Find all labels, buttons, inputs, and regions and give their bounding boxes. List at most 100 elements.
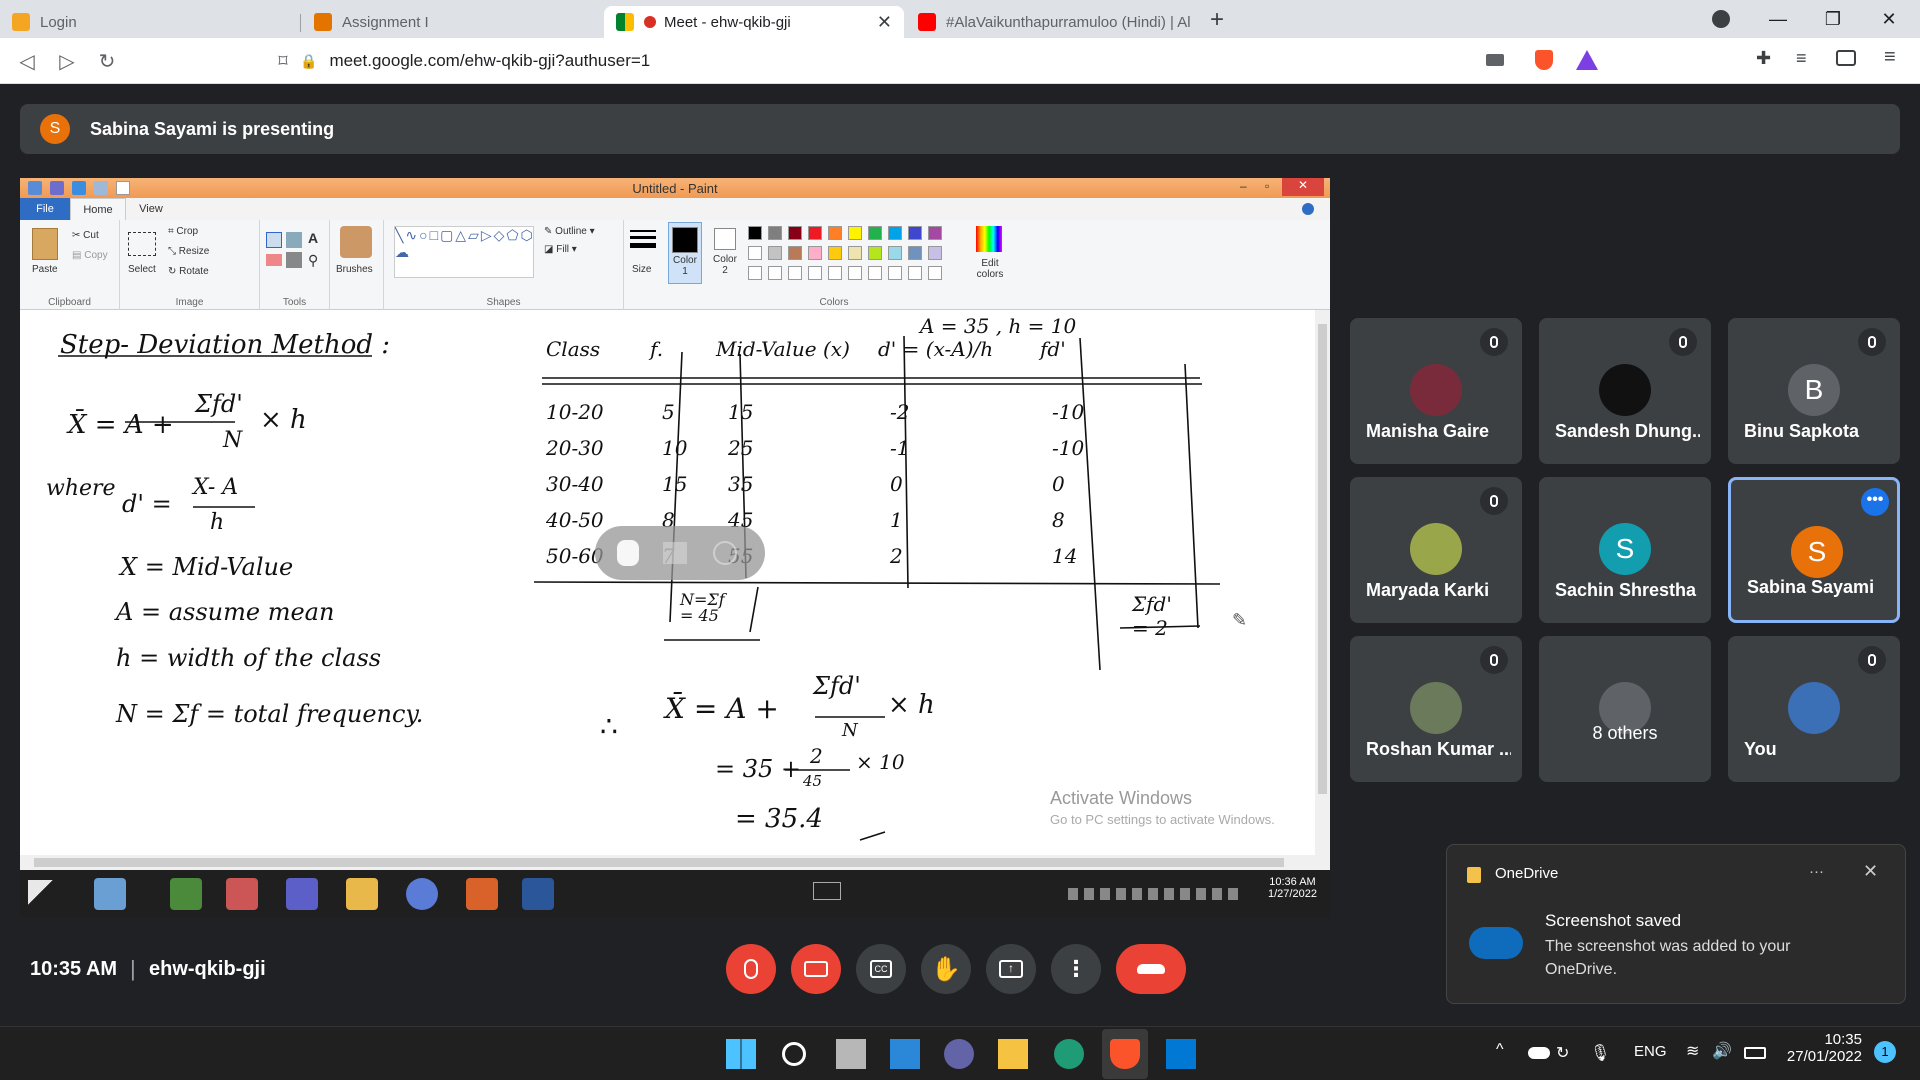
tab-login[interactable]: Login: [0, 6, 300, 38]
shapes-gallery[interactable]: ╲∿○□▢△▱▷◇⬠⬡⇨⇦⇧⇩☆✡✦▭◯☁: [394, 226, 534, 278]
cut-button[interactable]: ✂ Cut: [72, 230, 99, 241]
remove-icon[interactable]: [713, 541, 737, 565]
magnifier-icon[interactable]: ⚲: [308, 252, 318, 269]
microphone-icon[interactable]: 🎙: [1590, 1043, 1610, 1063]
tab-meet[interactable]: Meet - ehw-qkib-gji ✕: [604, 6, 904, 38]
paint-restore-icon[interactable]: ▫: [1265, 179, 1269, 193]
close-tab-icon[interactable]: ✕: [877, 12, 892, 33]
paint-help-icon[interactable]: [1302, 203, 1314, 215]
wifi-icon[interactable]: ≋: [1686, 1041, 1699, 1061]
palette-swatch[interactable]: [888, 246, 902, 260]
brave-icon[interactable]: [1110, 1039, 1140, 1069]
palette-swatch[interactable]: [908, 226, 922, 240]
brushes-label[interactable]: Brushes: [336, 264, 373, 275]
windows-start-icon[interactable]: [28, 880, 54, 906]
notification-badge[interactable]: 1: [1874, 1041, 1896, 1063]
palette-swatch-empty[interactable]: [928, 266, 942, 280]
palette-swatch-empty[interactable]: [888, 266, 902, 280]
app-taskbar-icon[interactable]: [466, 878, 498, 910]
palette-swatch[interactable]: [788, 246, 802, 260]
wallet-icon[interactable]: [1836, 50, 1856, 66]
leave-call-button[interactable]: [1116, 944, 1186, 994]
eraser-icon[interactable]: [266, 254, 282, 266]
participant-tile[interactable]: Maryada Karki: [1350, 477, 1522, 623]
participant-tile[interactable]: Roshan Kumar ...: [1350, 636, 1522, 782]
paint-taskbar-icon[interactable]: [94, 878, 126, 910]
palette-swatch-empty[interactable]: [828, 266, 842, 280]
paste-label[interactable]: Paste: [32, 264, 58, 275]
paint-close-icon[interactable]: ✕: [1282, 178, 1324, 196]
palette-swatch[interactable]: [868, 226, 882, 240]
paint-tab-home[interactable]: Home: [70, 198, 126, 220]
camera-in-use-icon[interactable]: [1486, 54, 1504, 66]
select-label[interactable]: Select: [128, 264, 156, 275]
palette-swatch[interactable]: [748, 246, 762, 260]
paste-icon[interactable]: [32, 228, 58, 260]
back-icon[interactable]: ◁: [12, 46, 42, 76]
forward-icon[interactable]: ▷: [52, 46, 82, 76]
palette-swatch[interactable]: [768, 246, 782, 260]
keyboard-icon[interactable]: [813, 882, 841, 900]
color1-button[interactable]: Color 1: [668, 222, 702, 284]
speaker-muted-icon[interactable]: [663, 542, 687, 564]
chat-icon[interactable]: [944, 1039, 974, 1069]
resize-button[interactable]: ⤡ Resize: [168, 246, 209, 257]
brave-rewards-icon[interactable]: [1576, 50, 1598, 70]
palette-swatch-empty[interactable]: [768, 266, 782, 280]
copy-button[interactable]: ▤ Copy: [72, 250, 108, 261]
chrome-taskbar-icon[interactable]: [170, 878, 202, 910]
more-options-button[interactable]: ⋮: [1051, 944, 1101, 994]
palette-swatch[interactable]: [828, 226, 842, 240]
palette-swatch[interactable]: [888, 226, 902, 240]
brush-icon[interactable]: [340, 226, 372, 258]
rotate-button[interactable]: ↻ Rotate: [168, 266, 209, 277]
language-indicator[interactable]: ENG: [1634, 1043, 1667, 1060]
r-app-taskbar-icon[interactable]: [406, 878, 438, 910]
onedrive-notification[interactable]: OneDrive ··· ✕ Screenshot saved The scre…: [1446, 844, 1906, 1004]
palette-swatch-empty[interactable]: [868, 266, 882, 280]
palette-swatch[interactable]: [748, 226, 762, 240]
present-button[interactable]: ↑: [986, 944, 1036, 994]
show-hidden-icons[interactable]: ^: [1496, 1041, 1504, 1059]
crop-button[interactable]: ⌗ Crop: [168, 226, 198, 237]
new-tab-icon[interactable]: +: [1210, 6, 1224, 34]
search-icon[interactable]: [782, 1042, 806, 1066]
palette-swatch[interactable]: [768, 226, 782, 240]
tab-youtube[interactable]: #AlaVaikunthapurramuloo (Hindi) | All: [906, 6, 1202, 38]
paint-canvas[interactable]: Step- Deviation Method : X̄ = A + Σfd' N…: [20, 310, 1315, 855]
reload-icon[interactable]: ↻: [92, 46, 122, 76]
tool-taskbar-icon[interactable]: [226, 878, 258, 910]
select-icon[interactable]: [128, 232, 156, 256]
start-icon[interactable]: [726, 1039, 756, 1069]
fill-button[interactable]: ◪ Fill ▾: [544, 244, 577, 255]
palette-swatch-empty[interactable]: [848, 266, 862, 280]
palette-swatch[interactable]: [928, 226, 942, 240]
captions-button[interactable]: CC: [856, 944, 906, 994]
horizontal-scrollbar[interactable]: [20, 855, 1330, 870]
palette-swatch[interactable]: [928, 246, 942, 260]
paint-tab-file[interactable]: File: [20, 198, 70, 220]
explorer-taskbar-icon[interactable]: [346, 878, 378, 910]
palette-swatch-empty[interactable]: [748, 266, 762, 280]
palette-swatch[interactable]: [868, 246, 882, 260]
teams-taskbar-icon[interactable]: [286, 878, 318, 910]
vertical-scrollbar[interactable]: [1315, 310, 1330, 855]
palette-swatch-empty[interactable]: [908, 266, 922, 280]
volume-icon[interactable]: 🔊: [1712, 1041, 1732, 1061]
size-icon[interactable]: [630, 228, 656, 258]
tray-icons[interactable]: [1068, 888, 1238, 900]
widgets-icon[interactable]: [890, 1039, 920, 1069]
extensions-icon[interactable]: ✚: [1756, 48, 1771, 69]
palette-swatch[interactable]: [848, 246, 862, 260]
outline-button[interactable]: ✎ Outline ▾: [544, 226, 595, 237]
camera-toggle-button[interactable]: [791, 944, 841, 994]
sync-icon[interactable]: ↻: [1556, 1043, 1569, 1063]
media-control-icon[interactable]: ≡: [1796, 48, 1807, 69]
bookmark-icon[interactable]: ⌑: [268, 46, 298, 76]
edge-icon[interactable]: [1054, 1039, 1084, 1069]
taskbar-clock[interactable]: 10:35 27/01/2022: [1786, 1031, 1862, 1065]
palette-swatch-empty[interactable]: [808, 266, 822, 280]
mic-toggle-button[interactable]: [726, 944, 776, 994]
fill-bucket-icon[interactable]: [286, 232, 302, 248]
participant-tile[interactable]: 8 others: [1539, 636, 1711, 782]
